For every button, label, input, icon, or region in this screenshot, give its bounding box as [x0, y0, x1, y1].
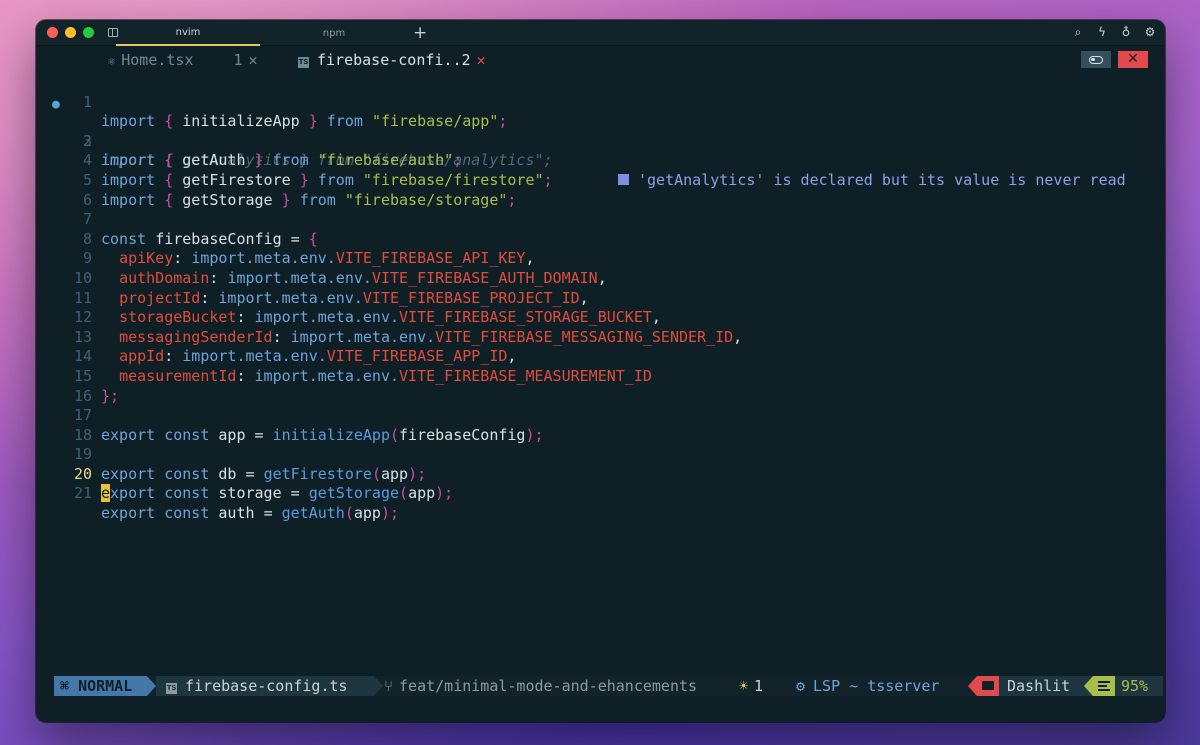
code-line-current: 20 export const storage = getStorage(app…	[36, 445, 1165, 503]
vim-icon: ⌘	[60, 677, 79, 695]
buffer-tabline: ⚛ Home.tsx 1 ✕ TS firebase-confi..2 ✕ ✕	[36, 46, 1165, 73]
code-line: 17 export const app = initializeApp(fire…	[36, 387, 1165, 444]
code-line: 12 messagingSenderId: import.meta.env.VI…	[36, 289, 1165, 346]
code-line: 14 measurementId: import.meta.env.VITE_F…	[36, 328, 1165, 385]
code-line: 5 import { getStorage } from "firebase/s…	[36, 151, 1165, 209]
code-line: 13 appId: import.meta.env.VITE_FIREBASE_…	[36, 308, 1165, 366]
separator	[147, 676, 156, 696]
code-line: 1 import { initializeApp } from "firebas…	[36, 73, 1165, 131]
statusline: ⌘ NORMAL TS firebase-config.ts ⑂ feat/mini…	[54, 676, 1163, 696]
lightbulb-icon[interactable]: ♁	[1119, 25, 1133, 40]
buffer-tab-firebase-config[interactable]: TS firebase-confi..2 ✕	[298, 51, 486, 69]
lsp-status: ⚙ LSP ~ tsserver	[796, 677, 940, 695]
hint-lightbulb-icon: ☀	[739, 677, 749, 695]
project-name: Dashlit	[999, 676, 1093, 696]
diagnostic-count: ☀ 1	[739, 677, 764, 695]
scroll-percentage: 95%	[1115, 676, 1163, 696]
code-line: 8 apiKey: import.meta.env.VITE_FIREBASE_…	[36, 210, 1165, 268]
vim-mode-indicator: ⌘ NORMAL	[54, 676, 147, 696]
typescript-icon: TS	[166, 683, 177, 694]
separator	[1084, 676, 1093, 696]
buffer-tab-home[interactable]: ⚛ Home.tsx 1 ✕	[108, 51, 258, 69]
code-line: 18	[36, 406, 1165, 444]
code-line: 11 storageBucket: import.meta.env.VITE_F…	[36, 269, 1165, 327]
buffer-close-icon[interactable]: ✕	[249, 51, 258, 69]
code-line: 7 const firebaseConfig = {	[36, 191, 1165, 248]
code-line: ● 2 import { getAnalytics } from "fireba…	[52, 96, 1126, 189]
code-line: 3 import { getAuth } from "firebase/auth…	[36, 112, 1165, 170]
buffer-name: Home.tsx	[121, 51, 194, 69]
traffic-lights	[47, 27, 94, 38]
close-window-button[interactable]	[47, 27, 58, 38]
minimize-window-button[interactable]	[65, 27, 76, 38]
code-line: 10 projectId: import.meta.env.VITE_FIREB…	[36, 249, 1165, 307]
buffer-name: firebase-confi..2	[317, 51, 471, 69]
code-line: 6	[36, 171, 1165, 209]
terminal-window: nvim npm + ⌕ ϟ ♁ ⚙ ⚛ Home.tsx 1 ✕ TS firebas…	[36, 20, 1165, 722]
statusline-filename: TS firebase-config.ts	[156, 676, 374, 696]
separator	[374, 676, 383, 696]
lsp-gear-icon: ⚙	[796, 677, 806, 695]
terminal-tab-npm[interactable]: npm	[262, 20, 406, 46]
close-buffer-button[interactable]: ✕	[1118, 51, 1148, 68]
gear-icon[interactable]: ⚙	[1143, 25, 1157, 40]
typescript-icon: TS	[298, 57, 309, 68]
text-cursor: e	[101, 484, 111, 503]
buffer-close-icon[interactable]: ✕	[477, 51, 486, 69]
terminal-tab-nvim[interactable]: nvim	[116, 20, 260, 46]
search-icon[interactable]: ⌕	[1071, 25, 1085, 40]
lines-icon	[1093, 676, 1115, 696]
toggle-icon[interactable]	[1081, 51, 1111, 68]
code-line: 16	[36, 367, 1165, 405]
titlebar-toolbar: ⌕ ϟ ♁ ⚙	[1071, 25, 1157, 40]
separator	[968, 676, 977, 696]
code-line: 19 export const db = getFirestore(app);	[36, 426, 1165, 483]
react-icon: ⚛	[108, 54, 116, 68]
bolt-icon[interactable]: ϟ	[1095, 25, 1109, 40]
code-line: 9 authDomain: import.meta.env.VITE_FIREB…	[36, 230, 1165, 287]
folder-icon	[977, 676, 999, 696]
code-line: 4 import { getFirestore } from "firebase…	[36, 132, 1165, 189]
git-branch-icon: ⑂	[384, 677, 394, 695]
title-bar: nvim npm + ⌕ ϟ ♁ ⚙	[36, 20, 1165, 46]
git-branch: ⑂ feat/minimal-mode-and-ehancements	[384, 677, 698, 695]
new-tab-button[interactable]: +	[413, 23, 427, 43]
code-line: 15 };	[36, 347, 1165, 405]
zoom-window-button[interactable]	[83, 27, 94, 38]
code-line: 21 export const auth = getAuth(app);	[36, 465, 1165, 522]
line-number: 21	[73, 484, 92, 503]
buffer-diagnostic-count: 1	[233, 51, 243, 69]
code-editor[interactable]: 1 import { initializeApp } from "firebas…	[36, 73, 1165, 522]
